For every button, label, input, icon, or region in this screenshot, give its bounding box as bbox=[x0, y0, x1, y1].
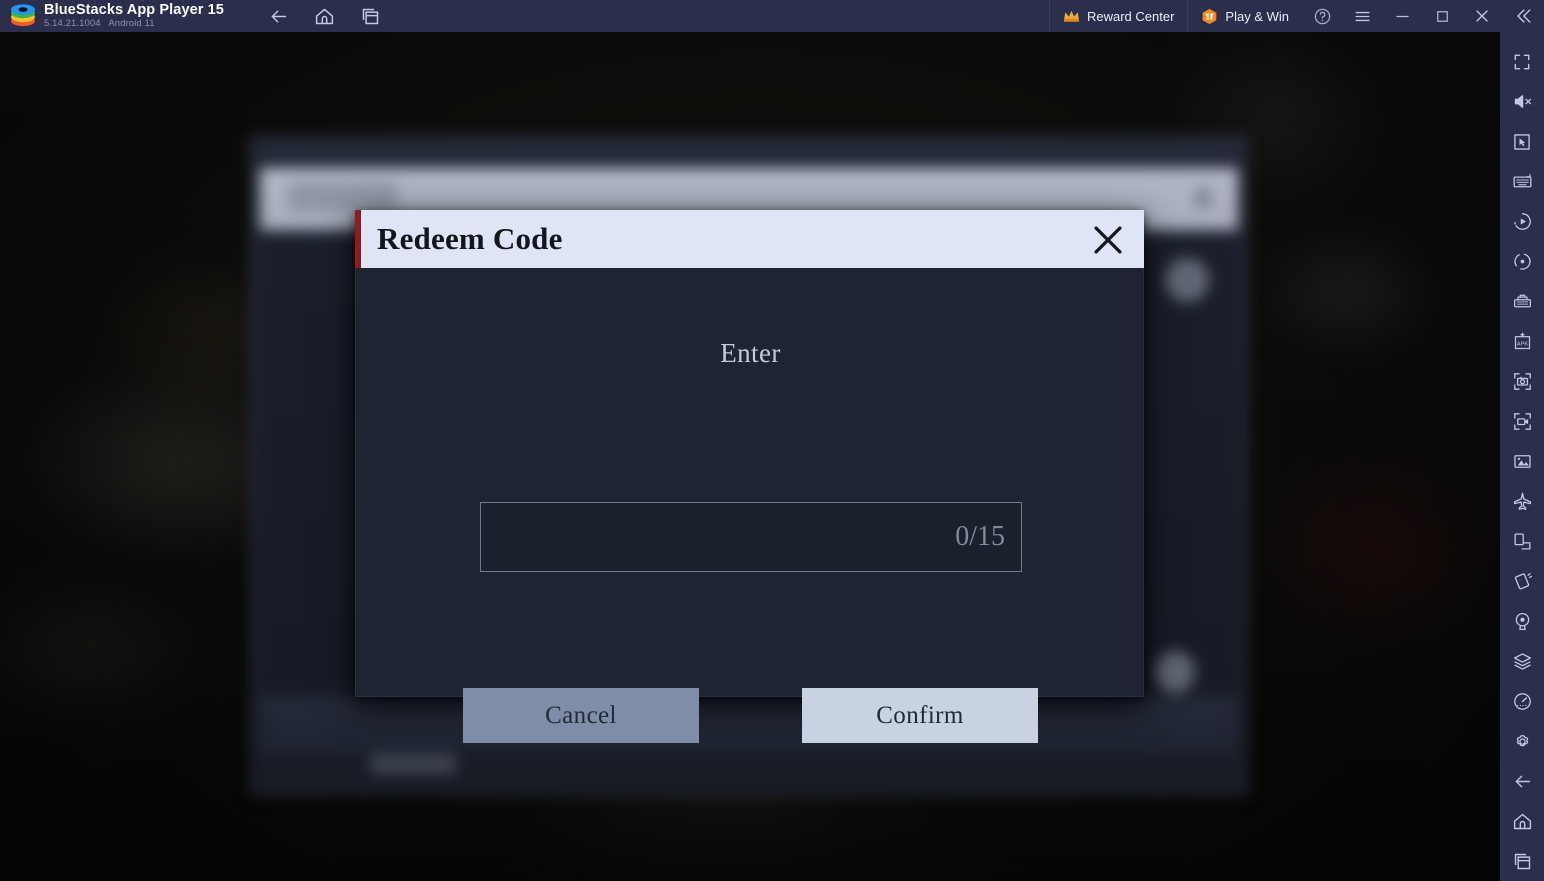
maximize-button[interactable] bbox=[1422, 0, 1462, 32]
play-and-win-label: Play & Win bbox=[1225, 8, 1289, 24]
confirm-button[interactable]: Confirm bbox=[802, 688, 1038, 743]
home-icon bbox=[316, 8, 334, 24]
instance-manager-icon bbox=[1513, 294, 1531, 308]
hamburger-menu-icon bbox=[1354, 11, 1370, 21]
window-controls-group: Reward Center Play & Win bbox=[1048, 0, 1544, 32]
sidebar-home[interactable] bbox=[1500, 801, 1544, 841]
orbit-rotate-icon bbox=[1513, 253, 1531, 270]
dialog-header: Redeem Code bbox=[355, 210, 1144, 268]
app-identity: BlueStacks App Player 15 5.14.21.1004 An… bbox=[44, 0, 224, 32]
redeem-code-field[interactable]: 0/15 bbox=[480, 502, 1022, 572]
redeem-code-dialog: Redeem Code Enter 0/15 Cancel Confirm bbox=[355, 210, 1144, 743]
sidebar-airplane[interactable] bbox=[1500, 481, 1544, 521]
bluestacks-logo-icon bbox=[0, 0, 46, 32]
sidebar-recents[interactable] bbox=[1500, 841, 1544, 881]
sidebar-record[interactable] bbox=[1500, 402, 1544, 442]
arrow-left-icon bbox=[272, 10, 287, 22]
video-record-icon bbox=[1513, 413, 1531, 430]
close-x-icon bbox=[1094, 226, 1122, 254]
arrow-left-icon bbox=[1515, 775, 1530, 788]
crown-icon bbox=[1063, 10, 1080, 22]
help-button[interactable] bbox=[1302, 0, 1342, 32]
sidebar-rotate[interactable] bbox=[1500, 242, 1544, 282]
rotate-screen-icon bbox=[1513, 533, 1531, 550]
dialog-body: Enter 0/15 Cancel Confirm bbox=[355, 268, 1144, 743]
cursor-box-icon bbox=[1514, 134, 1530, 150]
airplane-icon bbox=[1513, 492, 1531, 510]
minimize-button[interactable] bbox=[1382, 0, 1422, 32]
dialog-close-button[interactable] bbox=[1086, 218, 1130, 262]
gear-icon bbox=[1516, 734, 1528, 747]
sidebar-mute[interactable] bbox=[1500, 82, 1544, 122]
keyboard-icon bbox=[1513, 174, 1531, 188]
layers-icon bbox=[1513, 653, 1531, 670]
recents-button[interactable] bbox=[352, 1, 390, 31]
reward-center-label: Reward Center bbox=[1086, 8, 1175, 24]
sidebar-shake[interactable] bbox=[1500, 561, 1544, 601]
sidebar-location[interactable] bbox=[1500, 601, 1544, 641]
home-button[interactable] bbox=[306, 1, 344, 31]
redeem-code-input[interactable] bbox=[481, 503, 956, 571]
shake-icon bbox=[1514, 572, 1532, 590]
close-button[interactable] bbox=[1462, 0, 1502, 32]
sidebar-install-apk[interactable]: APK bbox=[1500, 322, 1544, 362]
image-gallery-icon bbox=[1513, 455, 1531, 468]
speedometer-icon bbox=[1513, 692, 1531, 710]
android-version: Android 11 bbox=[108, 18, 155, 29]
android-nav-buttons bbox=[260, 1, 390, 31]
sidebar-fullscreen[interactable] bbox=[1500, 42, 1544, 82]
collapse-sidebar-button[interactable] bbox=[1502, 0, 1544, 32]
sidebar-rotate-screen[interactable] bbox=[1500, 521, 1544, 561]
hexagon-gift-icon bbox=[1203, 8, 1217, 24]
app-version-line: 5.14.21.1004 Android 11 bbox=[44, 18, 224, 29]
reward-center-button[interactable]: Reward Center bbox=[1048, 0, 1187, 32]
menu-button[interactable] bbox=[1342, 0, 1382, 32]
code-field-label: Enter bbox=[720, 338, 781, 368]
sidebar-multi-instance[interactable] bbox=[1500, 282, 1544, 322]
sidebar-layers[interactable] bbox=[1500, 641, 1544, 681]
multi-window-icon bbox=[363, 8, 379, 24]
sidebar-keymapping[interactable] bbox=[1500, 162, 1544, 202]
title-bar: BlueStacks App Player 15 5.14.21.1004 An… bbox=[0, 0, 1544, 32]
fullscreen-icon bbox=[1514, 54, 1530, 70]
app-title: BlueStacks App Player 15 bbox=[44, 2, 224, 18]
minimize-icon bbox=[1395, 15, 1409, 17]
sidebar-game-controls[interactable] bbox=[1500, 122, 1544, 162]
sidebar-macro-play[interactable] bbox=[1500, 202, 1544, 242]
bluestacks-sidebar: APK bbox=[1500, 32, 1544, 881]
macro-play-icon bbox=[1513, 213, 1531, 231]
double-chevron-left-icon bbox=[1517, 9, 1531, 23]
multi-window-icon bbox=[1514, 853, 1530, 869]
location-pin-icon bbox=[1515, 612, 1529, 630]
sidebar-media-manager[interactable] bbox=[1500, 442, 1544, 482]
home-icon bbox=[1513, 813, 1531, 829]
apk-install-icon: APK bbox=[1514, 332, 1530, 350]
cancel-button[interactable]: Cancel bbox=[463, 688, 699, 743]
sidebar-settings[interactable] bbox=[1500, 721, 1544, 761]
sidebar-screenshot[interactable] bbox=[1500, 362, 1544, 402]
camera-icon bbox=[1513, 373, 1531, 390]
android-screen[interactable]: Redeem Code Enter 0/15 Cancel Confirm bbox=[0, 32, 1500, 881]
maximize-square-icon bbox=[1436, 10, 1448, 22]
back-button[interactable] bbox=[260, 1, 298, 31]
character-counter: 0/15 bbox=[955, 521, 1005, 552]
question-circle-icon bbox=[1314, 8, 1330, 24]
app-version: 5.14.21.1004 bbox=[44, 18, 101, 29]
dialog-title: Redeem Code bbox=[377, 221, 563, 256]
close-x-icon bbox=[1476, 10, 1488, 22]
speaker-mute-icon bbox=[1514, 95, 1531, 109]
sidebar-performance[interactable] bbox=[1500, 681, 1544, 721]
sidebar-back[interactable] bbox=[1500, 761, 1544, 801]
svg-text:APK: APK bbox=[1516, 341, 1528, 347]
bluestacks-window: BlueStacks App Player 15 5.14.21.1004 An… bbox=[0, 0, 1544, 881]
play-and-win-button[interactable]: Play & Win bbox=[1187, 0, 1302, 32]
